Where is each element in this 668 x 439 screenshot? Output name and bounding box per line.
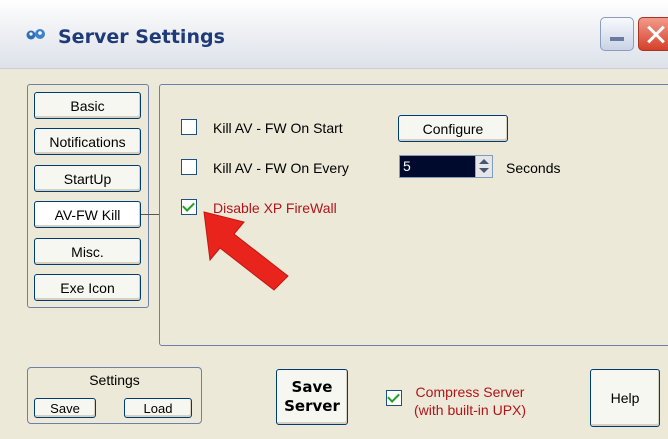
spinner-buttons <box>475 156 492 177</box>
kill-on-every-checkbox[interactable] <box>181 159 197 175</box>
save-server-line2: Server <box>284 397 340 415</box>
compress-label-line1: Compress Server <box>415 384 525 400</box>
kill-on-every-label: Kill AV - FW On Every <box>213 160 349 176</box>
settings-save-button[interactable]: Save <box>34 398 96 418</box>
disable-firewall-checkbox[interactable] <box>181 199 197 215</box>
nav-item-notifications[interactable]: Notifications <box>34 128 141 155</box>
interval-spinner[interactable]: 5 <box>399 155 493 178</box>
window-title: Server Settings <box>58 26 225 48</box>
settings-load-button[interactable]: Load <box>124 398 192 418</box>
kill-on-start-label: Kill AV - FW On Start <box>213 120 343 136</box>
compress-server-checkbox[interactable] <box>386 390 402 406</box>
nav-item-av-fw-kill[interactable]: AV-FW Kill <box>34 201 141 228</box>
configure-button[interactable]: Configure <box>398 115 508 142</box>
kill-on-start-checkbox[interactable] <box>181 119 197 135</box>
spin-up-icon[interactable] <box>479 159 489 164</box>
nav-connector <box>141 214 159 215</box>
nav-item-startup[interactable]: StartUp <box>34 165 141 192</box>
interval-value: 5 <box>403 158 411 174</box>
minimize-icon[interactable] <box>600 17 634 51</box>
nav-item-misc[interactable]: Misc. <box>34 238 141 265</box>
app-icon <box>26 29 45 40</box>
compress-label-line2: (with built-in UPX) <box>414 402 527 418</box>
save-server-button[interactable]: Save Server <box>276 369 348 425</box>
settings-group-title: Settings <box>89 372 140 388</box>
close-icon[interactable] <box>638 17 668 51</box>
compress-server-label: Compress Server (with built-in UPX) <box>414 383 526 419</box>
nav-item-basic[interactable]: Basic <box>34 92 141 119</box>
pointer-arrow-icon <box>203 211 289 291</box>
title-bar[interactable]: Server Settings <box>0 0 668 69</box>
help-button[interactable]: Help <box>590 369 660 427</box>
save-server-line1: Save <box>291 378 333 396</box>
nav-item-exe-icon[interactable]: Exe Icon <box>34 274 141 301</box>
spin-down-icon[interactable] <box>479 168 489 173</box>
server-settings-window: Server Settings Basic Notifications Star… <box>0 0 668 439</box>
seconds-label: Seconds <box>506 160 561 176</box>
